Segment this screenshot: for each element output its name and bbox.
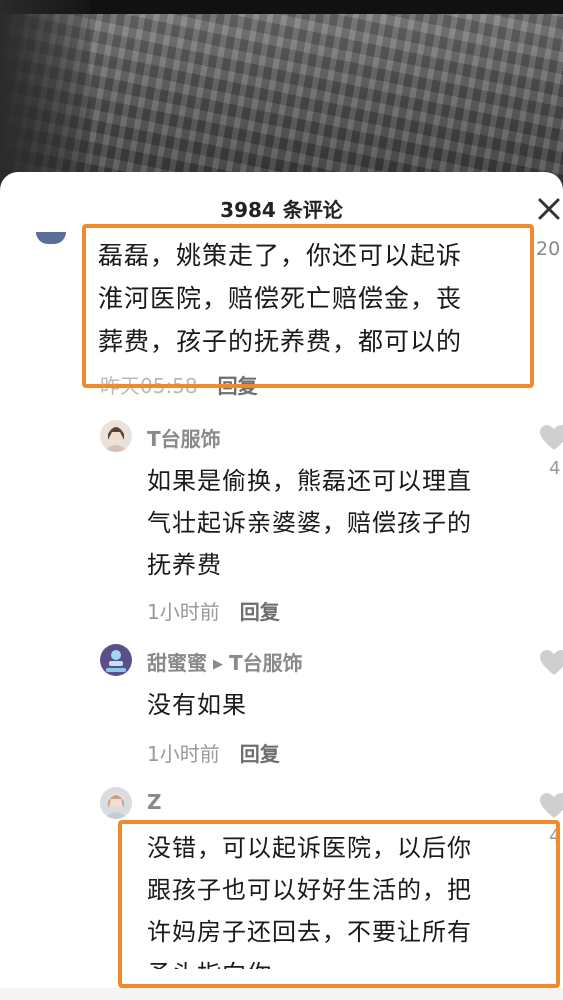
reply-line: 气壮起诉亲婆婆，赔偿孩子的 bbox=[147, 509, 472, 537]
comment-count-title: 3984 条评论 bbox=[220, 198, 343, 222]
reply-time: 1小时前 bbox=[147, 600, 220, 624]
close-icon bbox=[538, 198, 560, 220]
reply-to-username[interactable]: T台服饰 bbox=[229, 651, 303, 675]
close-button[interactable] bbox=[534, 194, 563, 224]
avatar[interactable] bbox=[100, 787, 132, 819]
reply-username[interactable]: Z bbox=[147, 790, 162, 814]
avatar-image bbox=[100, 787, 132, 819]
like-button[interactable] bbox=[539, 792, 563, 820]
video-background bbox=[0, 0, 563, 190]
avatar-image bbox=[100, 644, 132, 676]
reply-line: 如果是偷换，熊磊还可以理直 bbox=[147, 467, 472, 495]
like-count: 4 bbox=[549, 458, 561, 479]
avatar[interactable] bbox=[100, 420, 132, 452]
avatar[interactable] bbox=[36, 232, 66, 244]
reply-meta: 1小时前 回复 bbox=[147, 738, 280, 767]
reply-line: 没有如果 bbox=[147, 691, 247, 719]
reply-button[interactable]: 回复 bbox=[240, 600, 280, 624]
reply-button[interactable]: 回复 bbox=[240, 742, 280, 766]
comment-sheet: 3984 条评论 磊磊，姚策走了，你还可以起诉 淮河医院，赔偿死亡赔偿金，丧 葬… bbox=[0, 172, 563, 1000]
like-button[interactable] bbox=[539, 649, 563, 677]
highlight-box bbox=[118, 820, 560, 988]
triangle-right-icon: ▶ bbox=[213, 657, 223, 672]
heart-icon bbox=[540, 650, 563, 675]
bottom-bar bbox=[0, 988, 563, 1000]
reply-username-name[interactable]: 甜蜜蜜 bbox=[147, 651, 207, 675]
avatar[interactable] bbox=[100, 644, 132, 676]
like-button[interactable] bbox=[539, 424, 563, 452]
reply-text: 没有如果 bbox=[147, 684, 532, 726]
reply-line: 抚养费 bbox=[147, 551, 222, 579]
avatar-image bbox=[100, 420, 132, 452]
highlight-box bbox=[82, 224, 534, 388]
heart-icon bbox=[540, 793, 563, 818]
reply-meta: 1小时前 回复 bbox=[147, 596, 280, 625]
video-shadow bbox=[0, 0, 90, 190]
reply-text: 如果是偷换，熊磊还可以理直 气壮起诉亲婆婆，赔偿孩子的 抚养费 bbox=[147, 460, 532, 586]
like-count: 20 bbox=[536, 238, 561, 260]
heart-icon bbox=[540, 425, 563, 450]
reply-username[interactable]: T台服饰 bbox=[147, 423, 221, 452]
reply-time: 1小时前 bbox=[147, 742, 220, 766]
reply-username[interactable]: 甜蜜蜜 ▶ T台服饰 bbox=[147, 647, 303, 676]
